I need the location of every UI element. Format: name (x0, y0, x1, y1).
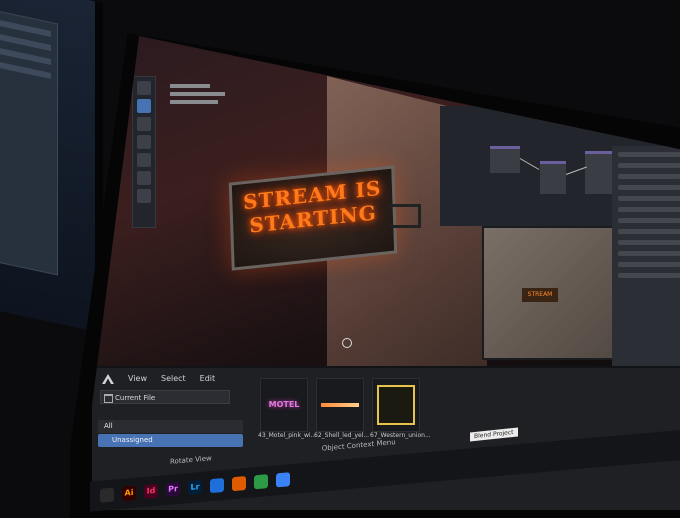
shader-node[interactable] (585, 151, 615, 194)
asset-preview (321, 403, 359, 407)
asset-thumbnail[interactable]: MOTEL (260, 378, 308, 432)
mini-sign: STREAM (522, 288, 558, 302)
blender-icon[interactable] (232, 476, 246, 492)
neon-sign: STREAM IS STARTING (228, 165, 398, 271)
rotate-tool-icon[interactable] (137, 135, 151, 149)
annotate-tool-icon[interactable] (137, 171, 151, 185)
start-icon[interactable] (100, 487, 114, 503)
scale-tool-icon[interactable] (137, 153, 151, 167)
illustrator-icon[interactable]: Ai (122, 485, 136, 501)
editor-type-icon[interactable] (102, 374, 114, 384)
left-monitor (0, 0, 103, 334)
shader-node[interactable] (490, 146, 520, 173)
lightroom-icon[interactable]: Lr (188, 479, 202, 496)
measure-tool-icon[interactable] (137, 189, 151, 203)
left-monitor-ui (0, 8, 58, 276)
asset-label: 62_Shell_led_yel... (314, 432, 370, 439)
cursor-tool-icon[interactable] (137, 99, 151, 113)
asset-label: 67_Western_union... (370, 432, 430, 439)
library-select[interactable]: Current File (100, 390, 230, 404)
asset-preview (377, 385, 415, 425)
node-link (565, 166, 587, 175)
indesign-icon[interactable]: Id (144, 483, 158, 499)
select-tool-icon[interactable] (137, 81, 151, 95)
menu-select[interactable]: Select (161, 374, 186, 384)
app-icon[interactable] (276, 472, 290, 488)
asset-label: 43_Motel_pink_wi... (258, 432, 317, 439)
tool-shelf (132, 76, 156, 228)
asset-thumbnail[interactable] (372, 378, 420, 432)
node-link (519, 158, 540, 170)
asset-thumbnail[interactable] (316, 378, 364, 432)
3d-cursor-icon (342, 338, 352, 348)
premiere-icon[interactable]: Pr (166, 481, 180, 498)
category-all[interactable]: All (98, 420, 243, 433)
menu-edit[interactable]: Edit (200, 374, 216, 384)
category-unassigned[interactable]: Unassigned (98, 434, 243, 447)
asset-browser-header: View Select Edit (102, 374, 215, 384)
menu-view[interactable]: View (128, 374, 147, 384)
browser-icon[interactable] (210, 477, 224, 494)
viewport-info (170, 84, 225, 104)
sign-bracket (390, 204, 421, 228)
app-icon[interactable] (254, 474, 268, 490)
asset-preview: MOTEL (268, 400, 300, 409)
move-tool-icon[interactable] (137, 117, 151, 131)
shader-node[interactable] (540, 161, 566, 194)
